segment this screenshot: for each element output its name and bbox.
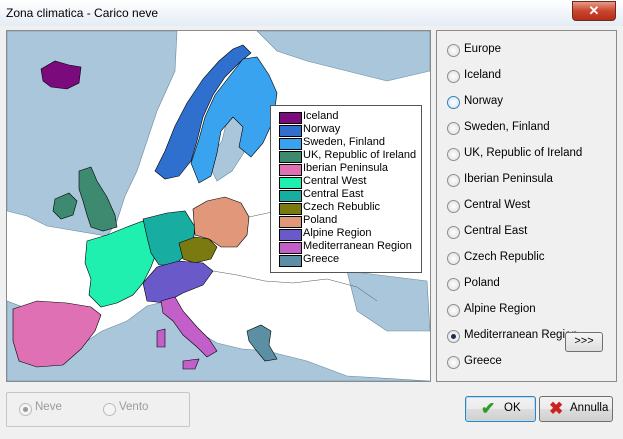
legend-swatch [279, 138, 302, 150]
radio-label: Poland [464, 277, 500, 289]
radio-button[interactable] [103, 403, 116, 416]
window-title: Zona climatica - Carico neve [6, 6, 159, 20]
legend-label: Alpine Region [303, 227, 372, 239]
legend-label: UK, Republic of Ireland [303, 149, 417, 161]
radio-label: Europe [464, 43, 502, 55]
radio-button[interactable] [447, 148, 460, 161]
close-button[interactable]: ✕ [572, 1, 616, 21]
radio-label: Iberian Peninsula [464, 173, 553, 185]
radio-label: Central West [464, 199, 531, 211]
radio-button[interactable] [447, 174, 460, 187]
map-region-sardinia [156, 328, 166, 348]
legend-label: Central East [303, 188, 364, 200]
radio-button[interactable] [447, 70, 460, 83]
radio-button[interactable] [447, 96, 460, 109]
radio-label: Central East [464, 225, 528, 237]
legend-swatch [279, 255, 302, 267]
close-icon: ✕ [588, 3, 600, 18]
legend-label: Mediterranean Region [303, 240, 412, 252]
legend-swatch [279, 164, 302, 176]
legend-label: Iceland [303, 110, 339, 122]
radio-button[interactable] [447, 122, 460, 135]
radio-label: Neve [35, 401, 62, 413]
radio-label: UK, Republic of Ireland [464, 147, 583, 159]
legend-swatch [279, 216, 302, 228]
load-type-group: Neve Vento [6, 392, 190, 427]
legend-swatch [279, 112, 302, 124]
legend-swatch [279, 242, 302, 254]
ok-label: OK [504, 402, 521, 414]
legend-label: Poland [303, 214, 338, 226]
legend-label: Norway [303, 123, 341, 135]
region-selector: Europe Iceland Norway Sweden, Finland UK… [436, 30, 617, 382]
radio-label: Czech Republic [464, 251, 545, 263]
radio-button[interactable] [447, 44, 460, 57]
legend-swatch [279, 151, 302, 163]
legend-label: Central West [303, 175, 367, 187]
radio-label: Iceland [464, 69, 502, 81]
map-legend: Iceland Norway Sweden, Finland UK, Repub… [270, 105, 422, 273]
radio-button[interactable] [19, 403, 32, 416]
radio-button[interactable] [447, 226, 460, 239]
legend-swatch [279, 190, 302, 202]
radio-button[interactable] [447, 330, 460, 343]
cancel-button[interactable]: ✖ Annulla [539, 396, 613, 422]
more-button[interactable]: >>> [565, 332, 603, 352]
climate-zone-map[interactable]: Iceland Norway Sweden, Finland UK, Repub… [6, 30, 431, 382]
radio-button[interactable] [447, 200, 460, 213]
title-bar: Zona climatica - Carico neve ✕ [0, 0, 623, 26]
radio-label: Alpine Region [464, 303, 536, 315]
legend-label: Iberian Peninsula [303, 162, 389, 174]
radio-button[interactable] [447, 252, 460, 265]
legend-swatch [279, 125, 302, 137]
radio-label: Mediterranean Region [464, 329, 578, 341]
legend-swatch [279, 177, 302, 189]
legend-label: Greece [303, 253, 340, 265]
cancel-label: Annulla [570, 402, 609, 414]
ok-button[interactable]: ✔ OK [465, 396, 536, 422]
radio-label: Greece [464, 355, 502, 367]
radio-label: Sweden, Finland [464, 121, 550, 133]
legend-swatch [279, 203, 302, 215]
legend-label: Czech Rebublic [303, 201, 381, 213]
radio-label: Vento [119, 401, 149, 413]
radio-button[interactable] [447, 278, 460, 291]
radio-label: Norway [464, 95, 503, 107]
legend-label: Sweden, Finland [303, 136, 385, 148]
radio-button[interactable] [447, 304, 460, 317]
legend-swatch [279, 229, 302, 241]
radio-button[interactable] [447, 356, 460, 369]
check-icon: ✔ [481, 399, 496, 418]
x-icon: ✖ [549, 399, 564, 418]
